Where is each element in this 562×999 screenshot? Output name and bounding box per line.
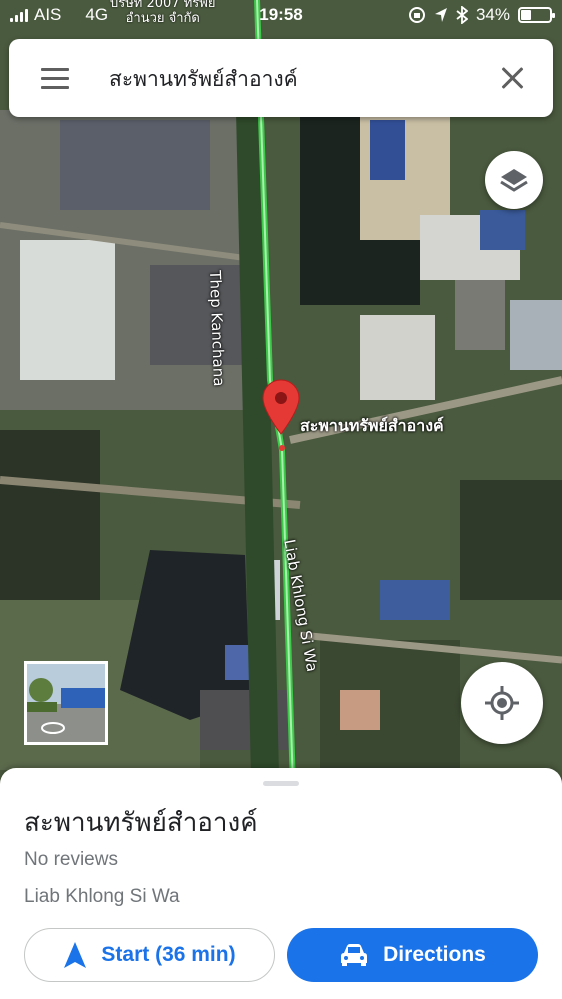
battery-percent: 34% <box>475 5 510 24</box>
reviews-text: No reviews <box>24 849 118 870</box>
car-icon <box>341 944 368 966</box>
directions-button[interactable]: Directions <box>287 928 538 982</box>
my-location-button[interactable] <box>461 662 543 744</box>
pin-label[interactable]: สะพานทรัพย์สำอางค์ <box>300 414 444 439</box>
sheet-drag-handle[interactable] <box>263 781 299 786</box>
search-bar[interactable]: สะพานทรัพย์สำอางค์ <box>9 39 553 117</box>
search-query[interactable]: สะพานทรัพย์สำอางค์ <box>109 63 298 96</box>
street-view-thumbnail[interactable] <box>24 661 108 745</box>
location-arrow-icon <box>434 8 447 22</box>
bluetooth-icon <box>456 6 468 24</box>
street-view-image <box>27 664 105 742</box>
status-right: 34% <box>408 5 555 25</box>
close-icon[interactable] <box>499 64 527 92</box>
my-location-icon <box>485 686 519 720</box>
place-address: Liab Khlong Si Wa <box>24 886 180 907</box>
start-button[interactable]: Start (36 min) <box>24 928 275 982</box>
layers-icon <box>500 169 528 192</box>
place-title: สะพานทรัพย์สำอางค์ <box>24 808 258 838</box>
hamburger-menu-icon[interactable] <box>41 68 69 89</box>
status-bar: AIS 4G 19:58 34% <box>0 0 562 32</box>
layers-button[interactable] <box>485 151 543 209</box>
directions-button-label: Directions <box>383 943 486 966</box>
navigation-arrow-icon <box>64 942 87 968</box>
rotation-lock-icon <box>408 7 425 23</box>
battery-icon <box>518 7 555 23</box>
battery-fill <box>521 10 531 20</box>
start-button-label: Start (36 min) <box>101 943 236 966</box>
place-bottom-sheet[interactable]: สะพานทรัพย์สำอางค์ No reviews Liab Khlon… <box>0 768 562 999</box>
